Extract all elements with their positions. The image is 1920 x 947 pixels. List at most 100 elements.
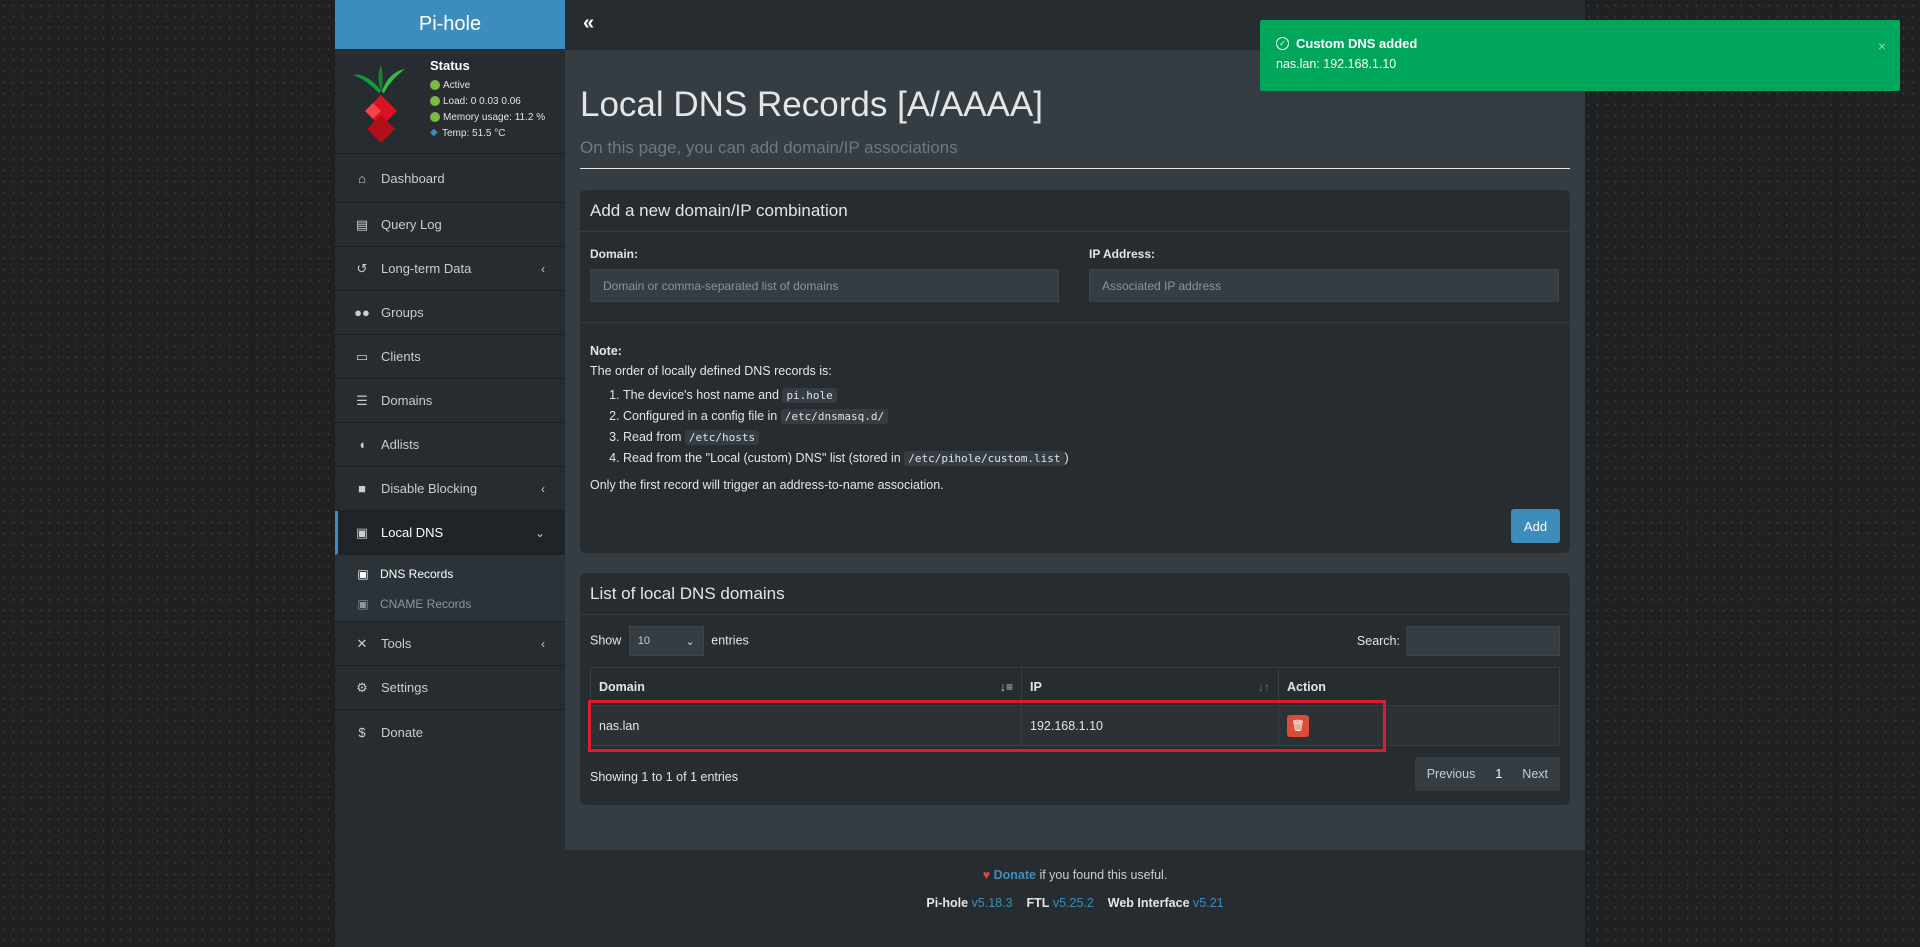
search-label: Search: — [1356, 634, 1400, 648]
check-circle-icon: ✓ — [1276, 37, 1289, 50]
note-item-tail: ) — [1064, 451, 1069, 465]
note-list: The device's host name and pi.hole Confi… — [590, 385, 1069, 469]
ftl-version-link[interactable]: v5.25.2 — [1053, 896, 1094, 910]
sidebar-item-disable-blocking[interactable]: ■ Disable Blocking ‹ — [335, 467, 565, 511]
web-interface-version-label: Web Interface — [1107, 896, 1190, 910]
note-item-code: /etc/pihole/custom.list — [904, 451, 1065, 466]
title-divider — [580, 168, 1570, 169]
status-memory: Memory usage: 11.2 % — [430, 109, 545, 125]
search-input[interactable] — [1406, 626, 1560, 656]
users-icon: ●● — [354, 305, 370, 320]
toast-title-text: Custom DNS added — [1296, 36, 1418, 51]
domain-label: Domain: — [590, 247, 638, 261]
footer-donate-link[interactable]: Donate — [994, 868, 1036, 882]
pihole-logo-icon — [353, 65, 405, 143]
sort-icon: ↓↑ — [1258, 680, 1270, 694]
status-block: Status Active Load: 0 0.03 0.06 Memory u… — [430, 58, 545, 141]
pagination-previous[interactable]: Previous — [1415, 757, 1488, 791]
address-book-icon: ▣ — [357, 567, 369, 581]
note-intro: The order of locally defined DNS records… — [590, 364, 832, 378]
pagination: Previous 1 Next — [1414, 757, 1560, 791]
status-title: Status — [430, 58, 470, 73]
page-title: Local DNS Records [A/AAAA] — [580, 85, 1043, 124]
status-active: Active — [430, 77, 545, 93]
sidebar-item-donate[interactable]: $ Donate — [335, 710, 565, 754]
sidebar-subitem-label: DNS Records — [380, 567, 454, 581]
sidebar-item-label: Query Log — [381, 217, 442, 232]
web-interface-version-link[interactable]: v5.21 — [1193, 896, 1224, 910]
status-temp-label: Temp: 51.5 °C — [442, 127, 506, 139]
thermometer-icon: ◆ — [430, 127, 438, 138]
note-item-text: Read from — [623, 430, 685, 444]
sidebar-item-tools[interactable]: ✕ Tools ‹ — [335, 622, 565, 666]
memory-dot-icon — [430, 112, 440, 122]
show-label: Show — [590, 633, 622, 648]
chevron-left-icon: ‹ — [541, 636, 545, 651]
ftl-version-label: FTL — [1026, 896, 1050, 910]
sidebar-item-label: Long-term Data — [381, 261, 472, 276]
ip-address-label: IP Address: — [1089, 247, 1156, 261]
entries-select-value: 10 — [637, 635, 651, 647]
table-controls: Show 10 ⌄ entries Search: — [590, 626, 1560, 656]
column-header-label: IP — [1030, 679, 1042, 694]
add-button[interactable]: Add — [1511, 509, 1560, 543]
sidebar-item-groups[interactable]: ●● Groups — [335, 291, 565, 335]
pagination-next[interactable]: Next — [1510, 757, 1560, 791]
sidebar-menu: ⌂ Dashboard ▤ Query Log ↺ Long-term Data… — [335, 153, 565, 754]
sidebar-item-adlists[interactable]: ◖ Adlists — [335, 423, 565, 467]
chevron-left-icon: ‹ — [541, 481, 545, 496]
chevron-down-icon: ⌄ — [534, 525, 545, 540]
gear-icon: ⚙ — [356, 679, 368, 695]
entries-select[interactable]: 10 ⌄ — [628, 626, 704, 656]
add-record-box: Add a new domain/IP combination Domain: … — [580, 190, 1570, 553]
sidebar-item-label: Clients — [381, 349, 421, 364]
heart-icon: ♥ — [982, 868, 991, 882]
chevron-down-icon: ⌄ — [685, 635, 695, 648]
note-list-item: The device's host name and pi.hole — [623, 385, 1069, 406]
sidebar-item-settings[interactable]: ⚙ Settings — [335, 666, 565, 710]
donate-icon: $ — [358, 724, 366, 740]
sort-asc-icon: ↓≡ — [999, 680, 1013, 694]
file-icon: ▤ — [355, 216, 369, 232]
local-dns-submenu: ▣ DNS Records ▣ CNAME Records — [335, 555, 565, 622]
sidebar-item-dashboard[interactable]: ⌂ Dashboard — [335, 154, 565, 203]
sidebar-item-label: Groups — [381, 305, 424, 320]
form-divider — [580, 322, 1570, 323]
toast-title: ✓ Custom DNS added — [1276, 36, 1884, 51]
sidebar-item-label: Settings — [381, 680, 428, 695]
row-highlight-box — [588, 700, 1386, 752]
app-logo[interactable]: Pi-hole — [335, 0, 565, 49]
sidebar-item-long-term-data[interactable]: ↺ Long-term Data ‹ — [335, 247, 565, 291]
sidebar-item-query-log[interactable]: ▤ Query Log — [335, 203, 565, 247]
toast-message: nas.lan: 192.168.1.10 — [1276, 57, 1397, 71]
chevron-left-icon: ‹ — [541, 261, 545, 276]
status-load-label: Load: 0 0.03 0.06 — [443, 95, 521, 107]
note-item-code: pi.hole — [782, 388, 837, 403]
pihole-version-link[interactable]: v5.18.3 — [972, 896, 1013, 910]
column-header-label: Domain — [599, 679, 645, 694]
domain-input[interactable]: Domain or comma-separated list of domain… — [590, 269, 1059, 302]
note-list-item: Read from /etc/hosts — [623, 427, 1069, 448]
sidebar-subitem-dns-records[interactable]: ▣ DNS Records — [335, 559, 565, 589]
note-item-text: Read from the "Local (custom) DNS" list … — [623, 451, 905, 465]
note-list-item: Configured in a config file in /etc/dnsm… — [623, 406, 1069, 427]
sidebar-item-clients[interactable]: ▭ Clients — [335, 335, 565, 379]
ip-address-input[interactable]: Associated IP address — [1089, 269, 1559, 302]
sidebar-subitem-label: CNAME Records — [380, 597, 472, 611]
sidebar-item-local-dns[interactable]: ▣ Local DNS ⌄ — [335, 511, 565, 555]
sidebar-item-label: Dashboard — [381, 170, 445, 186]
shield-icon: ◖ — [358, 437, 366, 452]
dns-list-box-title: List of local DNS domains — [580, 573, 1570, 615]
footer-donate-text: if you found this useful. — [1035, 868, 1168, 882]
pagination-page-1[interactable]: 1 — [1487, 757, 1510, 791]
collapse-sidebar-icon[interactable]: « — [583, 12, 594, 35]
success-toast: ✓ Custom DNS added nas.lan: 192.168.1.10… — [1260, 20, 1900, 91]
app-wrapper: Pi-hole Status Active Load: 0 0.03 0.06 … — [335, 0, 1585, 947]
sidebar-item-domains[interactable]: ☰ Domains — [335, 379, 565, 423]
note-item-text: The device's host name and — [623, 388, 783, 402]
sidebar-item-label: Domains — [381, 393, 433, 408]
sidebar-subitem-cname-records[interactable]: ▣ CNAME Records — [335, 589, 565, 619]
status-temp: ◆ Temp: 51.5 °C — [430, 125, 545, 141]
address-book-icon: ▣ — [355, 524, 369, 540]
close-icon[interactable]: × — [1878, 38, 1886, 54]
